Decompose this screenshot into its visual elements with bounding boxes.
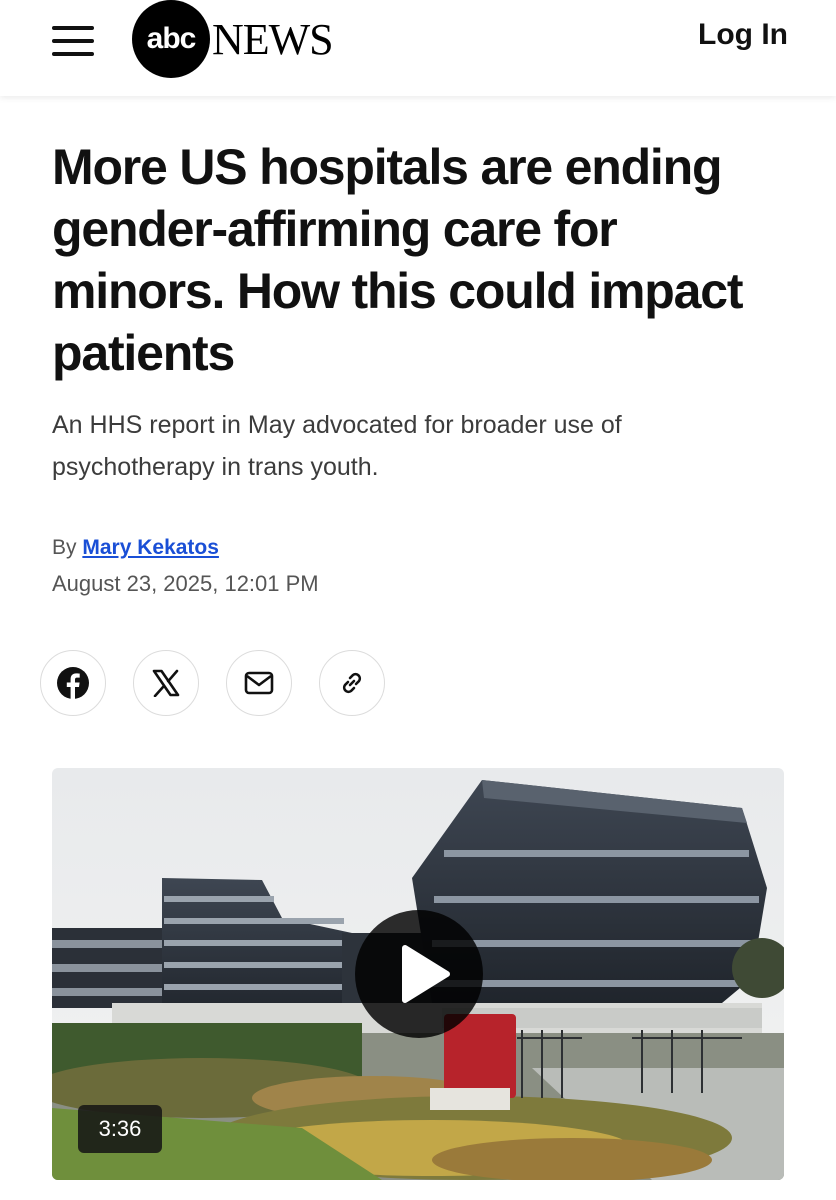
byline-prefix: By xyxy=(52,536,77,559)
share-facebook-button[interactable] xyxy=(40,650,106,716)
hamburger-menu-icon[interactable] xyxy=(52,26,94,56)
play-icon xyxy=(402,945,450,1003)
login-button[interactable]: Log In xyxy=(698,18,788,52)
copy-link-button[interactable] xyxy=(319,650,385,716)
share-x-button[interactable] xyxy=(133,650,199,716)
news-wordmark: NEWS xyxy=(212,14,334,64)
share-email-button[interactable] xyxy=(226,650,292,716)
publish-date: August 23, 2025, 12:01 PM xyxy=(52,571,319,596)
x-icon xyxy=(152,669,180,697)
article-subheadline: An HHS report in May advocated for broad… xyxy=(52,411,622,481)
top-nav-bar: abc NEWS Log In xyxy=(0,0,836,96)
video-duration-badge: 3:36 xyxy=(78,1105,162,1153)
abc-logo-circle: abc xyxy=(132,0,210,78)
byline: By Mary Kekatos xyxy=(52,536,219,560)
facebook-icon xyxy=(57,667,89,700)
article-headline: More US hospitals are ending gender-affi… xyxy=(52,139,743,381)
author-link[interactable]: Mary Kekatos xyxy=(82,536,219,559)
video-play-button[interactable] xyxy=(355,910,483,1038)
video-player[interactable]: 3:36 xyxy=(52,768,784,1180)
mail-icon xyxy=(244,671,274,695)
abc-news-logo[interactable]: abc NEWS xyxy=(132,0,334,78)
link-icon xyxy=(342,672,362,694)
